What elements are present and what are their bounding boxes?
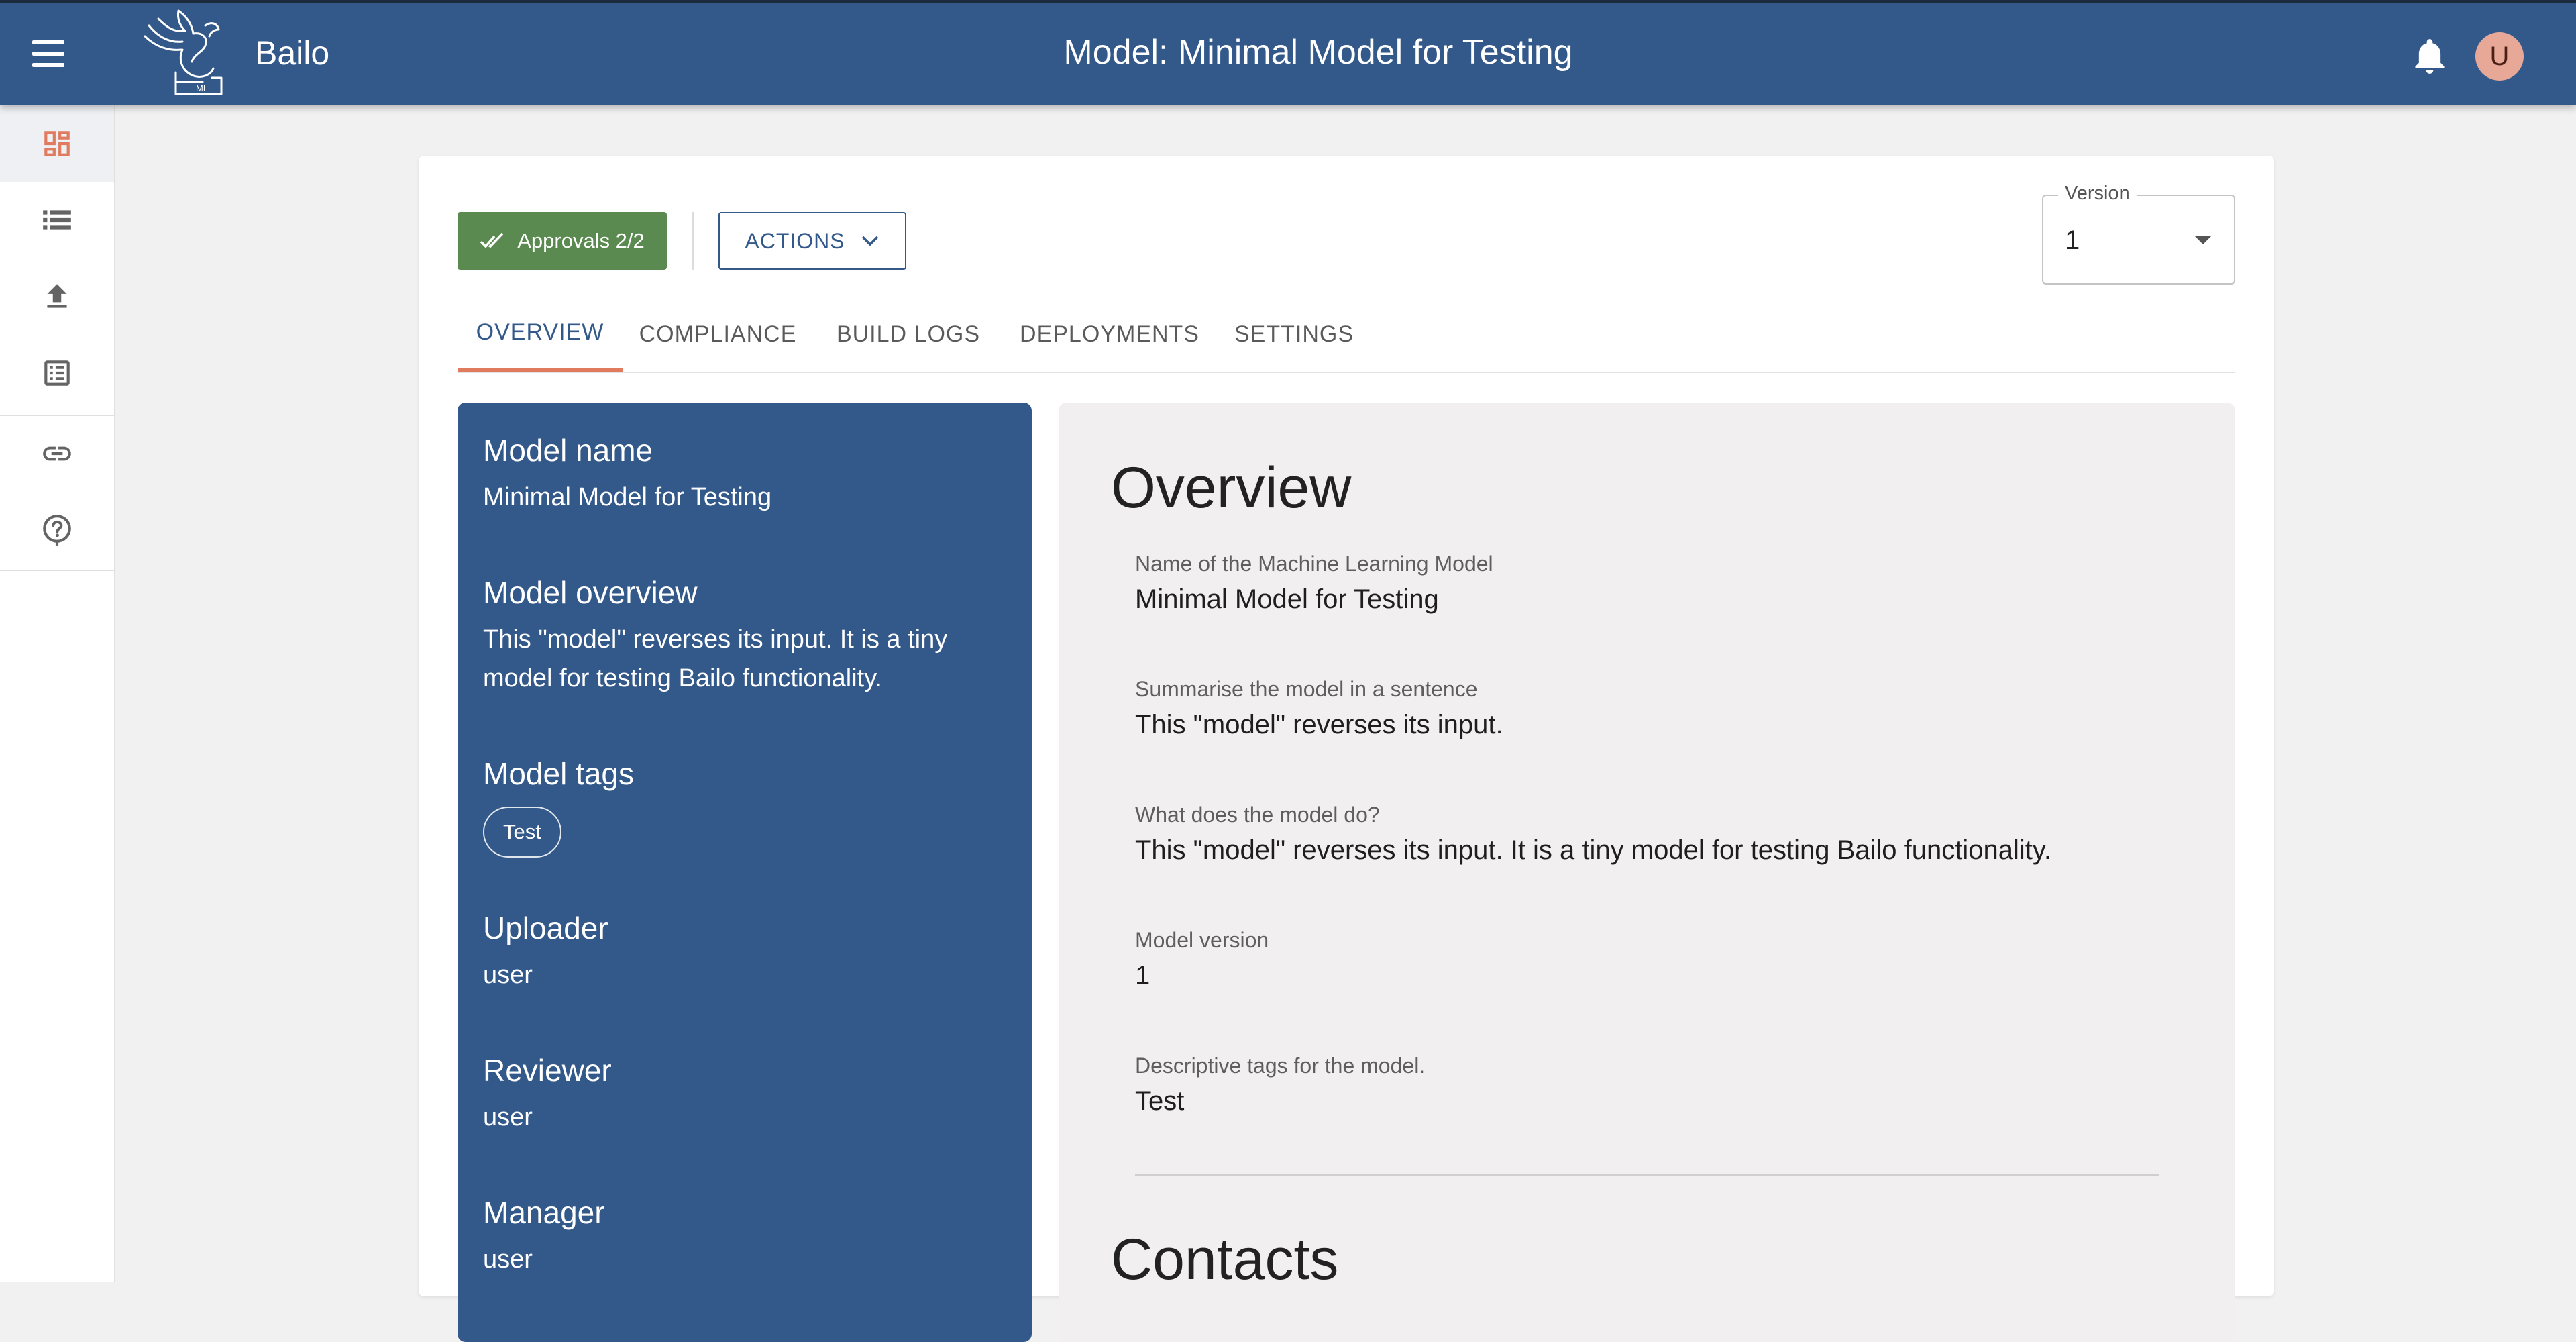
field-value: Minimal Model for Testing xyxy=(1135,584,1439,614)
summary-heading: Uploader xyxy=(483,911,608,945)
side-nav xyxy=(0,105,115,1282)
tab-overview[interactable]: OVERVIEW xyxy=(458,297,623,372)
summary-value: user xyxy=(483,1103,533,1131)
notifications-bell-icon[interactable] xyxy=(2412,38,2447,75)
field-value: This "model" reverses its input. It is a… xyxy=(1135,835,2052,865)
user-avatar[interactable]: U xyxy=(2475,32,2524,81)
summary-heading: Model overview xyxy=(483,575,698,610)
nav-help[interactable] xyxy=(0,492,114,568)
nav-my-models[interactable] xyxy=(0,182,114,258)
tab-deployments[interactable]: DEPLOYMENTS xyxy=(1004,297,1216,372)
nav-divider xyxy=(0,570,114,571)
field-label: Model version xyxy=(1135,928,1269,952)
section-title-contacts: Contacts xyxy=(1111,1227,1339,1292)
summary-value: Minimal Model for Testing xyxy=(483,483,772,511)
chevron-down-icon xyxy=(861,236,878,246)
tab-compliance[interactable]: COMPLIANCE xyxy=(623,297,813,372)
tab-settings[interactable]: SETTINGS xyxy=(1216,297,1373,372)
dropdown-arrow-icon xyxy=(2195,236,2211,244)
dashboard-icon xyxy=(44,131,70,156)
field-label: Summarise the model in a sentence xyxy=(1135,677,1478,701)
summary-heading: Model tags xyxy=(483,756,635,791)
summary-heading: Model name xyxy=(483,433,653,468)
approvals-label: Approvals 2/2 xyxy=(517,229,645,252)
field-value: Test xyxy=(1135,1086,1185,1116)
field-value: This "model" reverses its input. xyxy=(1135,710,1503,739)
page-title: Model: Minimal Model for Testing xyxy=(1063,33,1573,72)
summary-value: user xyxy=(483,1245,533,1274)
summary-model-tags: Model tags Test xyxy=(483,756,1006,858)
link-icon xyxy=(43,446,71,461)
summary-heading: Reviewer xyxy=(483,1053,612,1088)
summary-model-name: Model name Minimal Model for Testing xyxy=(483,432,1006,517)
field-description: What does the model do? This "model" rev… xyxy=(1135,803,2182,866)
summary-manager: Manager user xyxy=(483,1194,1006,1279)
field-summary: Summarise the model in a sentence This "… xyxy=(1135,677,2182,740)
field-label: What does the model do? xyxy=(1135,803,1380,827)
nav-api[interactable] xyxy=(0,415,114,492)
nav-marketplace[interactable] xyxy=(0,105,114,182)
overview-panel: Overview Name of the Machine Learning Mo… xyxy=(1059,403,2235,1342)
field-value: 1 xyxy=(1135,961,1150,990)
model-summary-panel: Model name Minimal Model for Testing Mod… xyxy=(458,403,1032,1342)
nav-reviews[interactable] xyxy=(0,335,114,411)
field-model-version: Model version 1 xyxy=(1135,928,2182,991)
field-model-name: Name of the Machine Learning Model Minim… xyxy=(1135,552,2182,615)
nav-upload[interactable] xyxy=(0,258,114,335)
summary-value: This "model" reverses its input. It is a… xyxy=(483,625,948,692)
model-tabs: OVERVIEW COMPLIANCE BUILD LOGS DEPLOYMEN… xyxy=(458,297,2235,373)
summary-value: user xyxy=(483,961,533,989)
approvals-button[interactable]: Approvals 2/2 xyxy=(458,212,667,270)
model-card: Approvals 2/2 ACTIONS Version 1 OVERVIEW… xyxy=(419,156,2274,1342)
field-label: Descriptive tags for the model. xyxy=(1135,1053,1426,1078)
review-list-icon xyxy=(44,360,70,386)
app-bar: ML Bailo Model: Minimal Model for Testin… xyxy=(0,0,2576,105)
version-select-value: 1 xyxy=(2065,225,2080,255)
summary-uploader: Uploader user xyxy=(483,910,1006,994)
field-label: Name of the Machine Learning Model xyxy=(1135,552,1493,576)
section-title: Overview xyxy=(1111,456,1352,520)
actions-label: ACTIONS xyxy=(745,228,845,253)
version-select-label: Version xyxy=(2058,183,2137,205)
summary-model-overview: Model overview This "model" reverses its… xyxy=(483,574,1006,698)
section-divider xyxy=(1135,1174,2159,1176)
tag-chip[interactable]: Test xyxy=(483,807,561,858)
logo-ml-mark: ML xyxy=(196,83,208,93)
list-icon xyxy=(43,210,71,230)
help-icon xyxy=(43,515,71,546)
version-select[interactable]: Version 1 xyxy=(2042,183,2235,285)
upload-icon xyxy=(47,284,67,308)
actions-button[interactable]: ACTIONS xyxy=(718,212,906,270)
tab-build-logs[interactable]: BUILD LOGS xyxy=(813,297,1004,372)
field-tags: Descriptive tags for the model. Test xyxy=(1135,1053,2182,1117)
double-check-icon xyxy=(480,232,504,248)
toolbar-divider xyxy=(692,212,694,270)
summary-heading: Manager xyxy=(483,1195,605,1230)
summary-reviewer: Reviewer user xyxy=(483,1052,1006,1137)
